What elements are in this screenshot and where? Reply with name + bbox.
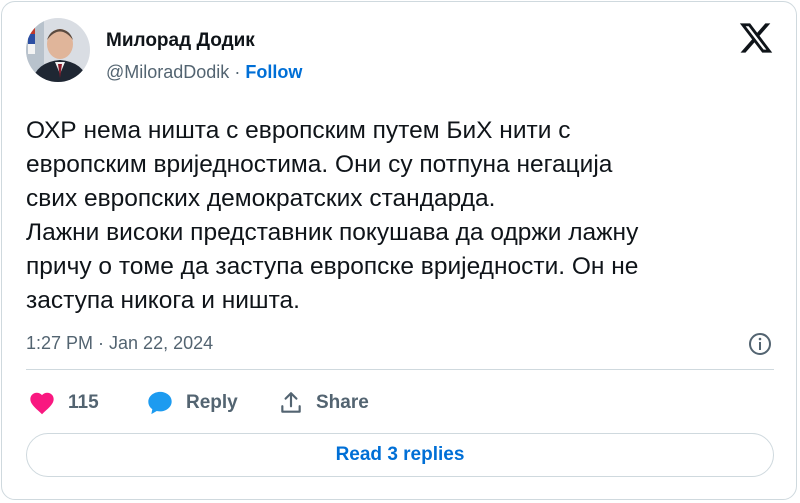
- reply-label: Reply: [186, 392, 238, 413]
- author-name[interactable]: Милорад Додик: [106, 30, 255, 52]
- heart-icon: [30, 392, 54, 415]
- author-handle[interactable]: @MiloradDodik: [106, 62, 229, 82]
- like-button[interactable]: 115: [28, 388, 99, 418]
- tweet-timestamp[interactable]: 1:27 PM · Jan 22, 2024: [26, 332, 213, 354]
- avatar[interactable]: [26, 18, 90, 82]
- share-label: Share: [316, 392, 369, 413]
- follow-button[interactable]: Follow: [245, 62, 302, 82]
- tweet-text: ОХР нема ништа с европским путем БиХ нит…: [26, 117, 639, 314]
- handle-separator: ·: [234, 62, 241, 82]
- like-count: 115: [68, 392, 99, 413]
- author-handle-row: @MiloradDodik · Follow: [106, 61, 302, 83]
- info-icon[interactable]: [748, 332, 772, 356]
- x-logo-icon[interactable]: [738, 20, 774, 56]
- share-upload-icon: [281, 392, 301, 413]
- speech-bubble-icon: [148, 391, 172, 415]
- reply-button[interactable]: Reply: [146, 388, 238, 418]
- avatar-image: [26, 18, 90, 82]
- share-button[interactable]: Share: [278, 388, 369, 418]
- read-replies-button[interactable]: Read 3 replies: [26, 433, 774, 477]
- tweet-card: Милорад Додик @MiloradDodik · Follow ОХР…: [1, 1, 797, 500]
- divider: [26, 369, 774, 370]
